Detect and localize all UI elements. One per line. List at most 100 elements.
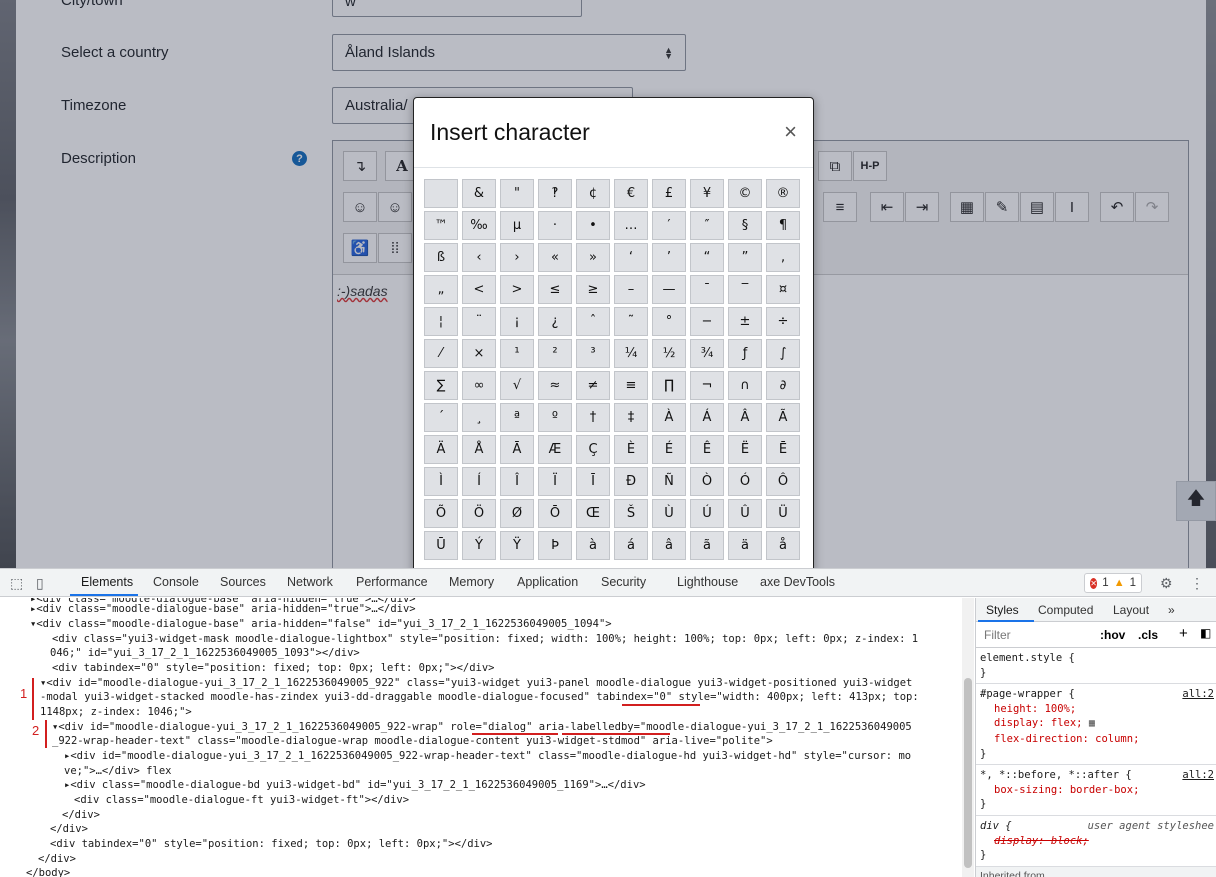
character-button[interactable]: ¨ xyxy=(462,307,496,336)
character-button[interactable]: Ē xyxy=(766,435,800,464)
more-options-icon[interactable]: ⋮ xyxy=(1190,575,1204,592)
character-button[interactable]: Á xyxy=(690,403,724,432)
character-button[interactable]: ³ xyxy=(576,339,610,368)
character-button[interactable]: “ xyxy=(690,243,724,272)
filter-input[interactable]: Filter xyxy=(984,628,1011,642)
character-button[interactable]: ¢ xyxy=(576,179,610,208)
character-button[interactable]: ™ xyxy=(424,211,458,240)
character-button[interactable]: ² xyxy=(538,339,572,368)
character-button[interactable]: Ë xyxy=(728,435,762,464)
character-button[interactable]: · xyxy=(538,211,572,240)
character-button[interactable]: Ÿ xyxy=(500,531,534,560)
character-button[interactable]: ‡ xyxy=(614,403,648,432)
character-button[interactable]: Ä xyxy=(424,435,458,464)
character-button[interactable]: » xyxy=(576,243,610,272)
flex-editor-icon[interactable]: ▦ xyxy=(1089,718,1095,729)
character-button[interactable]: Ý xyxy=(462,531,496,560)
character-button[interactable]: ″ xyxy=(690,211,724,240)
rule-property[interactable]: height: 100%; xyxy=(980,702,1212,717)
character-button[interactable]: ¥ xyxy=(690,179,724,208)
character-button[interactable]: ¤ xyxy=(766,275,800,304)
character-button[interactable]: Ī xyxy=(576,467,610,496)
character-button[interactable]: ¡ xyxy=(500,307,534,336)
character-button[interactable]: ´ xyxy=(424,403,458,432)
character-button[interactable]: Œ xyxy=(576,499,610,528)
character-button[interactable]: Ü xyxy=(766,499,800,528)
tab-lighthouse[interactable]: Lighthouse xyxy=(677,575,738,589)
character-button[interactable]: ¸ xyxy=(462,403,496,432)
character-button[interactable]: Ñ xyxy=(652,467,686,496)
tab-layout[interactable]: Layout xyxy=(1113,603,1149,617)
character-button[interactable]: ‚ xyxy=(766,243,800,272)
character-button[interactable]: ≤ xyxy=(538,275,572,304)
toggle-sidebar-icon[interactable]: ◧ xyxy=(1200,626,1211,640)
character-button[interactable]: ” xyxy=(728,243,762,272)
character-button[interactable]: Ì xyxy=(424,467,458,496)
character-button[interactable]: ‽ xyxy=(538,179,572,208)
issues-badge[interactable]: ✕ 1 ▲ 1 xyxy=(1084,573,1142,593)
character-button[interactable]: Ô xyxy=(766,467,800,496)
character-button[interactable]: Š xyxy=(614,499,648,528)
character-button[interactable]: ‾ xyxy=(728,275,762,304)
rule-property[interactable]: display: flex; ▦ xyxy=(980,716,1212,732)
character-button[interactable]: › xyxy=(500,243,534,272)
character-button[interactable] xyxy=(424,179,458,208)
character-button[interactable]: § xyxy=(728,211,762,240)
character-button[interactable]: Ã xyxy=(766,403,800,432)
character-button[interactable]: ¬ xyxy=(690,371,724,400)
rule-source-link[interactable]: all:2 xyxy=(1182,768,1214,783)
character-button[interactable]: Ö xyxy=(462,499,496,528)
character-button[interactable]: ¹ xyxy=(500,339,534,368)
character-button[interactable]: ƒ xyxy=(728,339,762,368)
tab-memory[interactable]: Memory xyxy=(449,575,494,589)
character-button[interactable]: ⁄ xyxy=(424,339,458,368)
character-button[interactable]: Ò xyxy=(690,467,724,496)
character-button[interactable]: Æ xyxy=(538,435,572,464)
character-button[interactable]: ∑ xyxy=(424,371,458,400)
dom-node[interactable]: ▸<div class="moodle-dialogue-base" aria-… xyxy=(30,602,416,617)
tab-axe-devtools[interactable]: axe DevTools xyxy=(760,575,835,589)
character-button[interactable]: ¼ xyxy=(614,339,648,368)
character-button[interactable]: ¯ xyxy=(690,275,724,304)
character-button[interactable]: < xyxy=(462,275,496,304)
character-button[interactable]: Â xyxy=(728,403,762,432)
character-button[interactable]: ≡ xyxy=(614,371,648,400)
character-button[interactable]: ° xyxy=(652,307,686,336)
character-button[interactable]: Ó xyxy=(728,467,762,496)
character-button[interactable]: Ō xyxy=(538,499,572,528)
character-button[interactable]: Û xyxy=(728,499,762,528)
character-button[interactable]: ÷ xyxy=(766,307,800,336)
character-button[interactable]: ∫ xyxy=(766,339,800,368)
character-button[interactable]: Ð xyxy=(614,467,648,496)
rule-property[interactable]: box-sizing: border-box; xyxy=(980,783,1212,798)
character-button[interactable]: ’ xyxy=(652,243,686,272)
character-button[interactable]: Î xyxy=(500,467,534,496)
character-button[interactable]: & xyxy=(462,179,496,208)
character-button[interactable]: Þ xyxy=(538,531,572,560)
dom-node[interactable]: ▾<div class="moodle-dialogue-base" aria-… xyxy=(30,617,612,632)
character-button[interactable]: Ū xyxy=(424,531,458,560)
character-button[interactable]: − xyxy=(690,307,724,336)
character-button[interactable]: ≈ xyxy=(538,371,572,400)
more-tabs-chevron[interactable]: » xyxy=(1168,603,1175,617)
hover-state-toggle[interactable]: :hov xyxy=(1100,628,1125,642)
settings-gear-icon[interactable]: ⚙ xyxy=(1160,575,1173,592)
character-button[interactable]: " xyxy=(500,179,534,208)
character-button[interactable]: À xyxy=(652,403,686,432)
character-button[interactable]: ä xyxy=(728,531,762,560)
character-button[interactable]: – xyxy=(614,275,648,304)
character-button[interactable]: º xyxy=(538,403,572,432)
dom-node[interactable]: ▸<div class="moodle-dialogue-bd yui3-wid… xyxy=(64,778,646,793)
character-button[interactable]: † xyxy=(576,403,610,432)
rule-property[interactable]: flex-direction: column; xyxy=(980,732,1212,747)
character-button[interactable]: • xyxy=(576,211,610,240)
character-button[interactable]: ‹ xyxy=(462,243,496,272)
tab-performance[interactable]: Performance xyxy=(356,575,428,589)
character-button[interactable]: ∞ xyxy=(462,371,496,400)
scrollbar-thumb[interactable] xyxy=(964,678,972,868)
dom-node[interactable]: <div class="yui3-widget-mask moodle-dial… xyxy=(52,632,918,647)
character-button[interactable]: ã xyxy=(690,531,724,560)
character-button[interactable]: ∏ xyxy=(652,371,686,400)
character-button[interactable]: ª xyxy=(500,403,534,432)
dom-node[interactable]: <div tabindex="0" style="position: fixed… xyxy=(52,661,495,676)
